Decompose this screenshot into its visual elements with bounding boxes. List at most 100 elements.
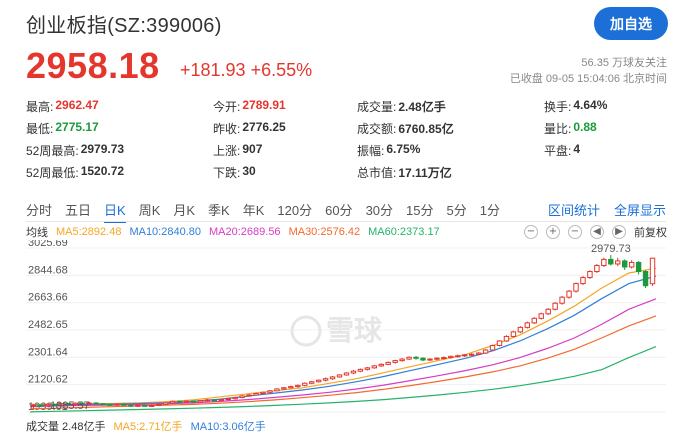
candle-body — [336, 374, 343, 378]
candle-body — [204, 399, 211, 402]
current-price: 2958.18 — [26, 45, 160, 86]
candle-body — [420, 357, 426, 361]
ma-line-MA60 — [29, 346, 657, 413]
quote-label: 平盘: — [544, 143, 572, 158]
chart-tool-icon[interactable]: + — [546, 225, 560, 239]
chart-tool-icon[interactable]: ▶ — [612, 225, 626, 239]
candle-body — [142, 404, 148, 407]
candle-body — [552, 302, 558, 310]
candle-body — [371, 365, 378, 369]
divider — [26, 221, 666, 222]
tab-周K[interactable]: 周K — [139, 200, 161, 219]
quote-value: 17.11万亿 — [398, 165, 452, 180]
tab-30分[interactable]: 30分 — [366, 200, 393, 219]
volume-ma5: MA5:2.71亿手 — [113, 421, 183, 433]
quote-value: 0.88 — [573, 119, 597, 134]
candle-body — [218, 399, 224, 402]
candle-body — [211, 399, 218, 402]
candle-body — [309, 381, 315, 384]
ma-value: MA10:2840.80 — [129, 226, 201, 238]
volume-ma10: MA10:3.06亿手 — [190, 421, 266, 433]
tab-5分[interactable]: 5分 — [447, 200, 467, 219]
adjust-toggle[interactable]: 前复权 — [634, 224, 667, 240]
ma-legend: 均线 MA5:2892.48 MA10:2840.80 MA20:2689.56 MA… — [26, 225, 440, 239]
tab-月K[interactable]: 月K — [173, 200, 195, 219]
candle-body — [566, 290, 572, 298]
candle-body — [441, 357, 447, 360]
candle-body — [121, 403, 127, 406]
quote-value: 2.48亿手 — [398, 99, 446, 114]
quote-value: 1520.72 — [80, 163, 125, 178]
tab-15分[interactable]: 15分 — [406, 200, 433, 219]
candle-body — [462, 354, 468, 357]
quote-value: 2789.91 — [242, 97, 286, 112]
candle-body — [155, 403, 162, 406]
quote-row: 52周最高: 2979.73 上涨: 907 振幅: 6.75% 平盘: 4 — [26, 140, 666, 160]
market-status: 已收盘 09-05 15:04:06 北京时间 — [509, 73, 667, 85]
tab-年K[interactable]: 年K — [243, 200, 265, 219]
candle-body — [197, 400, 204, 403]
volume-label: 成交量 2.48亿手 — [26, 421, 106, 433]
quote-value: 2776.25 — [242, 119, 286, 134]
tab-分时[interactable]: 分时 — [26, 200, 52, 219]
chart-tool-icon[interactable]: − — [524, 225, 538, 239]
candle-body — [399, 358, 405, 362]
quote-value: 30 — [242, 163, 256, 178]
quote-grid: 最高: 2962.47 今开: 2789.91 成交量: 2.48亿手 换手: 4.64% 最低… — [26, 96, 666, 184]
candle-body — [100, 403, 106, 406]
tab-季K[interactable]: 季K — [208, 200, 230, 219]
high-annotation: 2979.73 — [591, 243, 631, 255]
tab-120分[interactable]: 120分 — [277, 200, 312, 219]
candlestick-chart[interactable]: 3025.69 2844.68 2663.66 2482.65 2301.64 2120.… — [26, 240, 666, 418]
chart-tool-icon[interactable]: − — [568, 225, 582, 239]
link-区间统计[interactable]: 区间统计 — [548, 200, 600, 219]
quote-label: 振幅: — [357, 143, 385, 158]
quote-label: 上涨: — [213, 143, 241, 158]
candle-body — [524, 322, 531, 328]
ma-label: 均线 — [26, 227, 48, 239]
quote-cell: 今开: 2789.91 — [213, 98, 357, 115]
quote-label: 总市值: — [357, 165, 397, 180]
chart-tool-icon[interactable]: ◀ — [590, 225, 604, 239]
candle-body — [587, 271, 593, 279]
candle-body — [517, 326, 524, 333]
watermark-logo-icon — [290, 315, 322, 347]
candle-body — [642, 271, 649, 287]
y-tick-label: 3025.69 — [28, 240, 68, 249]
candle-body — [183, 400, 190, 403]
candle-body — [246, 394, 252, 397]
candle-body — [302, 382, 308, 386]
candle-body — [190, 400, 197, 403]
tab-links: 区间统计 全屏显示 — [548, 200, 666, 219]
candle-body — [413, 356, 419, 359]
quote-cell: 平盘: 4 — [544, 142, 666, 159]
ma-value: MA5:2892.48 — [56, 226, 122, 238]
quote-label: 下跌: — [213, 165, 241, 180]
tab-五日[interactable]: 五日 — [65, 200, 91, 219]
chart-tools: − + − ◀ ▶ 前复权 — [524, 224, 667, 240]
tab-日K[interactable]: 日K — [104, 200, 126, 223]
candle-body — [559, 296, 565, 304]
quote-cell: 昨收: 2776.25 — [213, 120, 357, 137]
tab-60分[interactable]: 60分 — [325, 200, 352, 219]
tab-1分[interactable]: 1分 — [480, 200, 500, 219]
quote-label: 量比: — [544, 121, 572, 136]
candle-body — [427, 358, 433, 361]
candle-body — [176, 400, 183, 403]
low-annotation: 1985.57 — [50, 400, 90, 412]
candle-body — [496, 340, 503, 347]
candle-body — [538, 313, 544, 319]
period-tabs: 分时 五日 日K 周K 月K 季K 年K 120分 60分 30分 15分 5分 1分 区间统计 全屏显示 — [26, 198, 666, 223]
candle-body — [232, 396, 238, 400]
quote-cell: 成交量: 2.48亿手 — [357, 98, 544, 115]
y-tick-label: 2120.62 — [28, 374, 68, 386]
quote-cell: 总市值: 17.11万亿 — [357, 164, 544, 181]
candle-body — [378, 363, 384, 367]
candle-body — [503, 335, 510, 342]
candle-body — [329, 376, 336, 380]
link-全屏显示[interactable]: 全屏显示 — [614, 200, 666, 219]
quote-cell: 换手: 4.64% — [544, 98, 666, 115]
candle-body — [635, 261, 642, 273]
add-watchlist-button[interactable]: 加自选 — [594, 7, 668, 40]
quote-label: 最低: — [26, 121, 54, 136]
